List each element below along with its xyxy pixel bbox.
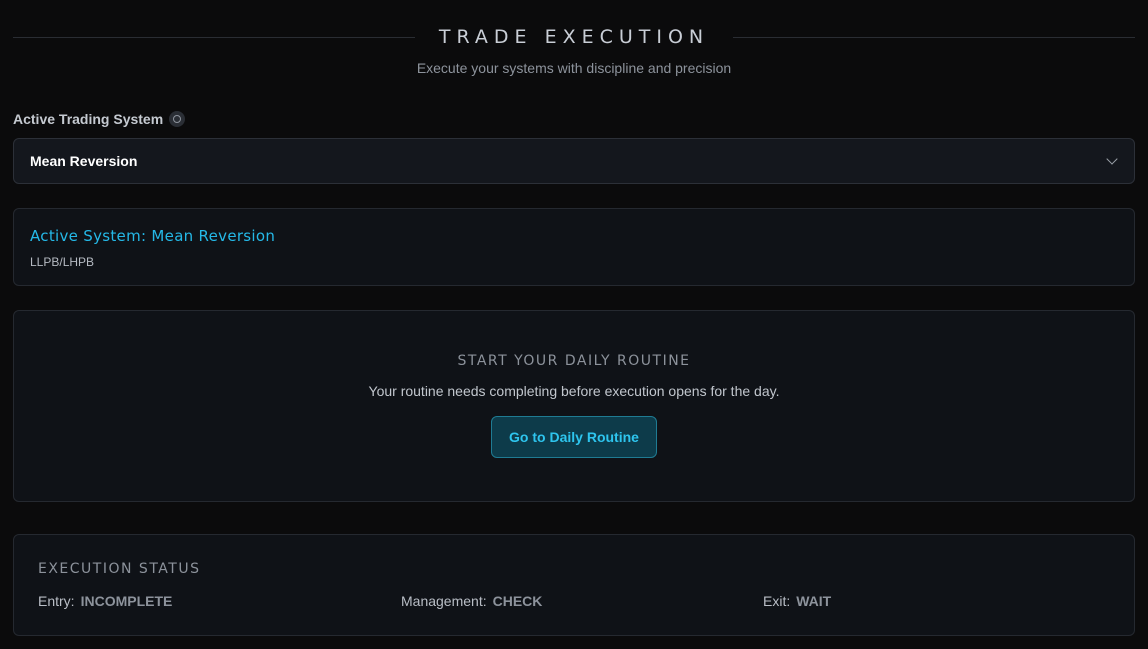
routine-title: START YOUR DAILY ROUTINE <box>457 353 691 369</box>
status-exit: Exit: WAIT <box>763 593 831 609</box>
status-entry: Entry: INCOMPLETE <box>38 593 172 609</box>
info-icon[interactable] <box>169 111 186 127</box>
status-exit-value: WAIT <box>796 593 832 609</box>
routine-message: Your routine needs completing before exe… <box>368 383 780 399</box>
status-entry-label: Entry: <box>38 593 75 609</box>
active-system-card: Active System: Mean Reversion LLPB/LHPB <box>13 208 1135 286</box>
chevron-down-icon <box>1106 153 1118 165</box>
header-divider-right <box>733 36 1136 38</box>
trade-execution-page: TRADE EXECUTION Execute your systems wit… <box>0 0 1148 649</box>
execution-status-card: EXECUTION STATUS Entry: INCOMPLETE Manage… <box>13 534 1135 636</box>
system-select-value: Mean Reversion <box>30 153 138 169</box>
page-subtitle: Execute your systems with discipline and… <box>416 60 732 76</box>
status-management-label: Management: <box>401 593 487 609</box>
active-system-title: Active System: Mean Reversion <box>30 227 276 245</box>
page-header: TRADE EXECUTION <box>13 22 1136 52</box>
status-management-value: CHECK <box>492 593 543 609</box>
page-title: TRADE EXECUTION <box>438 26 710 48</box>
header-divider-left <box>13 36 415 38</box>
system-select-label-text: Active Trading System <box>13 111 164 127</box>
status-entry-value: INCOMPLETE <box>80 593 173 609</box>
system-select[interactable]: Mean Reversion <box>13 138 1135 184</box>
status-management: Management: CHECK <box>401 593 542 609</box>
execution-status-row: Entry: INCOMPLETE Management: CHECK Exit: W… <box>38 593 1110 611</box>
status-exit-label: Exit: <box>763 593 791 609</box>
active-system-description: LLPB/LHPB <box>30 255 95 269</box>
system-select-label: Active Trading System <box>13 111 186 127</box>
daily-routine-card: START YOUR DAILY ROUTINE Your routine ne… <box>13 310 1135 502</box>
execution-status-title: EXECUTION STATUS <box>38 561 201 577</box>
go-to-daily-routine-button[interactable]: Go to Daily Routine <box>491 416 657 458</box>
